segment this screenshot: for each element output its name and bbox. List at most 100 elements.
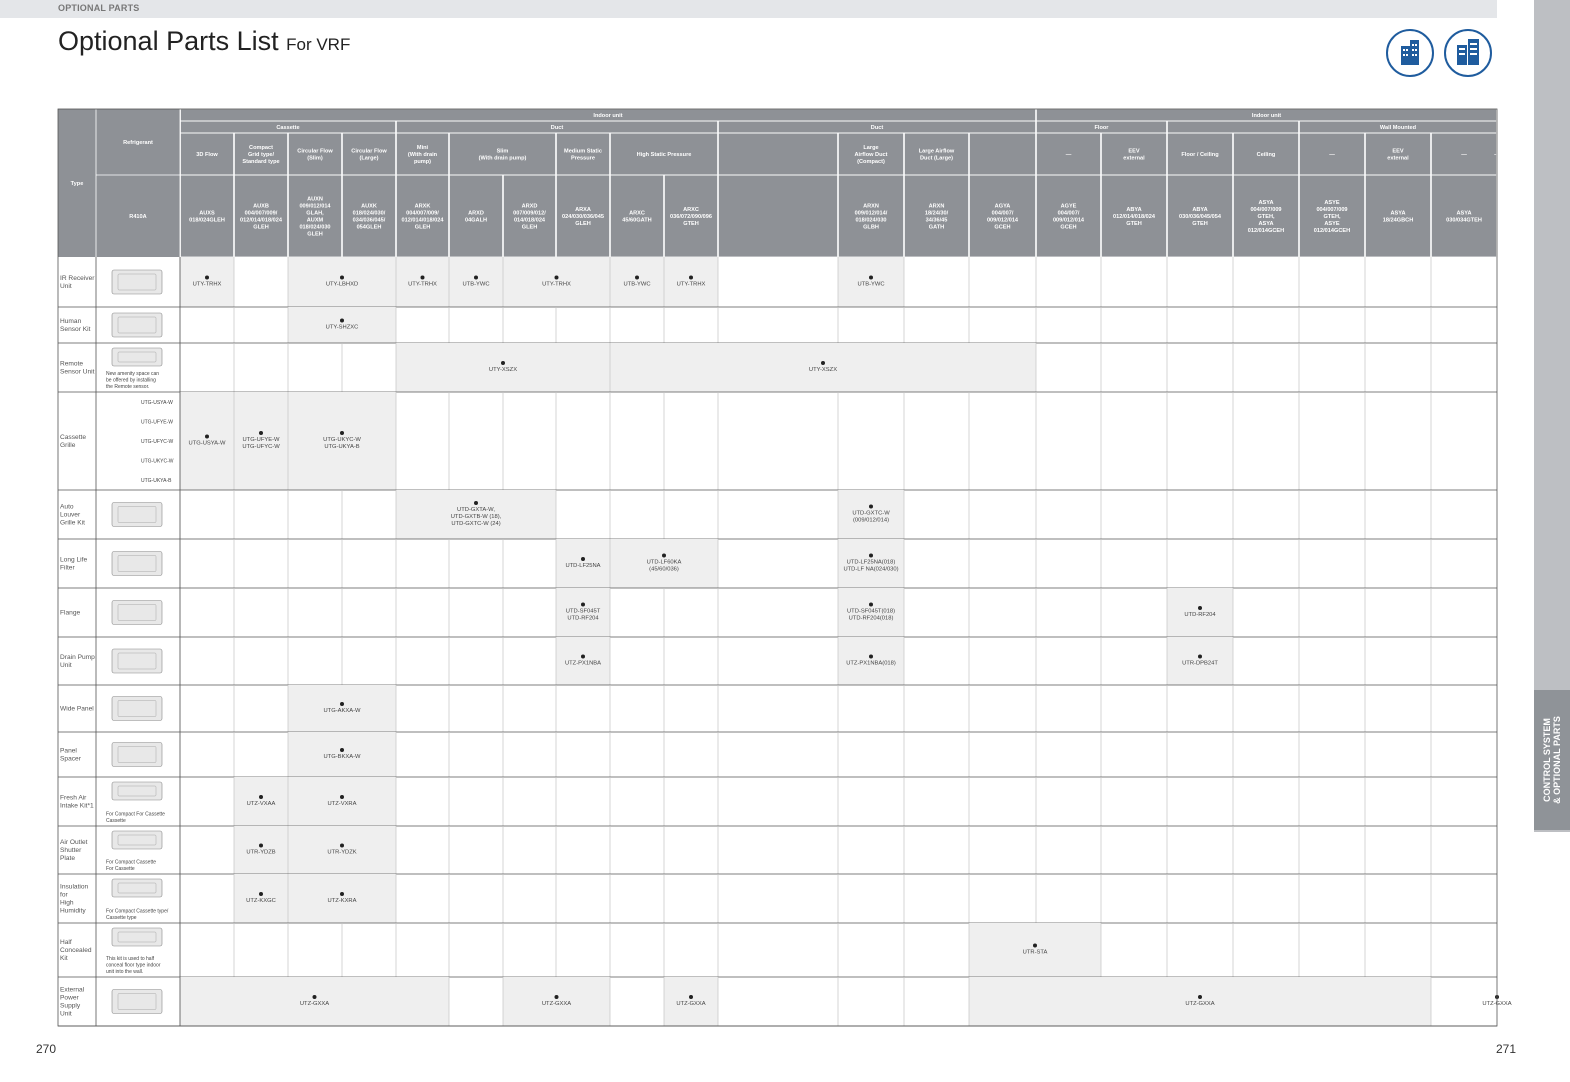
header-model-label: AGYA — [995, 204, 1011, 210]
header-model-label: 04GALH — [465, 218, 487, 224]
part-model-label: UTY-TRHX — [677, 282, 706, 288]
refrigerant-value: R410A — [129, 214, 146, 220]
header-model-label: 004/007/009/ — [245, 211, 278, 217]
header-model-label: 014/018/024 — [514, 218, 546, 224]
header-subgroup-label: Floor — [1095, 125, 1110, 131]
row-type-label: Cassette — [60, 434, 86, 441]
half-concealed-kit-icon — [111, 927, 163, 947]
header-model-label: 036/072/090/096 — [670, 214, 712, 220]
header-model-label: 009/012/014/ — [855, 211, 888, 217]
header-group-label: Indoor unit — [593, 113, 622, 119]
header-series-label: (With drain pump) — [479, 156, 527, 162]
part-model-label: UTD-LF25NA(018) — [847, 560, 896, 566]
row-type-label: Filter — [60, 565, 75, 572]
header-model-label: AUXK — [361, 204, 377, 210]
header-model-label: ASYA — [1258, 200, 1273, 206]
header-series-label: Large Airflow — [919, 149, 955, 155]
availability-dot — [340, 843, 344, 848]
availability-dot — [340, 275, 344, 280]
row-type-label: Wide Panel — [60, 706, 94, 713]
header-model-label: GTEH — [1126, 221, 1142, 227]
part-model-label: UTD-GXTA-W, — [457, 507, 495, 513]
row-type-label: Air Outlet — [60, 839, 88, 846]
header-series-label: pump) — [414, 159, 431, 165]
header-model-label: ARXC — [683, 207, 699, 213]
row-type-label: Flange — [60, 610, 80, 617]
header-model-label: 030/034GTEH — [1446, 218, 1482, 224]
header-model-label: GTEH — [1192, 221, 1208, 227]
header-series-label: — — [1461, 152, 1467, 158]
part-model-label: UTR-DPB24T — [1182, 661, 1218, 667]
availability-dot — [635, 275, 639, 280]
header-series-label: Duct (Large) — [920, 156, 953, 162]
header-series-label: Grid type/ — [248, 152, 275, 158]
part-model-label: UTZ-VXRA — [328, 801, 357, 807]
availability-dot — [474, 275, 478, 280]
row-note: unit into the wall. — [106, 969, 143, 975]
part-model-label: UTR-YDZK — [327, 850, 356, 856]
availability-dot — [340, 892, 344, 896]
availability-dot — [312, 995, 317, 999]
part-model-label: (45/60/036) — [649, 567, 679, 573]
header-series-label: (Compact) — [857, 159, 885, 165]
part-model-label: UTD-RF204 — [1184, 612, 1216, 618]
part-model-label: UTZ-KXRA — [328, 898, 357, 904]
header-model-label: AUXS — [199, 211, 215, 217]
part-model-label: UTY-XSZX — [809, 367, 837, 373]
row-type-label: Sensor Kit — [60, 326, 91, 333]
row-type-label: Long Life — [60, 557, 87, 564]
drain-pump-icon — [111, 648, 163, 674]
header-model-label: GLEH — [253, 225, 269, 231]
row-type-label: for — [60, 892, 68, 899]
row-type-label: Sensor Unit — [60, 369, 95, 376]
panel-spacer-icon — [111, 742, 163, 767]
row-type-label: Intake Kit*1 — [60, 803, 94, 810]
header-model-label: GTEH, — [1323, 214, 1341, 220]
row-type-label: Supply — [60, 1003, 81, 1010]
availability-dot — [1198, 654, 1202, 659]
header-model-label: 18/24/30/ — [925, 211, 949, 217]
header-series-label: Airflow Duct — [855, 152, 888, 158]
row-note: For Compact Cassette — [106, 860, 156, 866]
part-model-label: UTD-GXTC-W (24) — [451, 521, 500, 527]
row-note: New amenity space can — [106, 371, 159, 377]
header-model-label: 18/24GBCH — [1383, 218, 1413, 224]
row-type-label: Louver — [60, 512, 81, 519]
part-thumbnail — [111, 600, 163, 625]
availability-dot — [581, 557, 585, 561]
part-model-label: UTZ-GXXA — [676, 1001, 705, 1007]
part-thumbnail — [111, 696, 163, 721]
header-model-label: 45/60GATH — [622, 218, 651, 224]
availability-dot — [205, 275, 209, 280]
part-thumbnail — [111, 312, 163, 338]
header-model-label: GLEH — [575, 221, 591, 227]
part-model-label: UTG-UFYE-W — [242, 437, 280, 443]
part-model-label: UTB-YWC — [623, 282, 650, 288]
row-type-label: Insulation — [60, 884, 89, 891]
availability-dot — [259, 892, 263, 896]
part-model-label: UTD-SF045T(018) — [847, 609, 895, 615]
part-model-label: UTY-TRHX — [542, 282, 571, 288]
header-model-label: ARXD — [468, 211, 484, 217]
header-model-label: ARXC — [629, 211, 645, 217]
row-type-label: Unit — [60, 662, 72, 669]
header-model-label: 34/36/45 — [926, 218, 948, 224]
grille-model-label: UTG-UKYC-W — [141, 459, 174, 465]
part-model-label: UTD-RF204 — [567, 616, 599, 622]
row-type-label: Half — [60, 939, 72, 946]
header-model-label: GCEH — [1060, 225, 1076, 231]
row-note: the Remote sensor. — [106, 384, 149, 390]
header-model-label: AUXB — [253, 204, 269, 210]
part-thumbnail — [111, 502, 163, 527]
part-thumbnail — [111, 989, 163, 1014]
row-note: Cassette — [106, 818, 126, 824]
wide-panel-icon — [111, 696, 163, 721]
row-type-label: Unit — [60, 283, 72, 290]
part-model-label: UTD-GXTC-W — [852, 511, 890, 517]
header-model-label: GATH — [929, 225, 944, 231]
header-model-label: ARXN — [929, 204, 945, 210]
header-model-label: AUXM — [307, 218, 324, 224]
header-model-label: ARXA — [575, 207, 591, 213]
header-model-label: 004/007/009 — [1250, 207, 1281, 213]
header-model-label: 004/007/009/ — [406, 211, 439, 217]
